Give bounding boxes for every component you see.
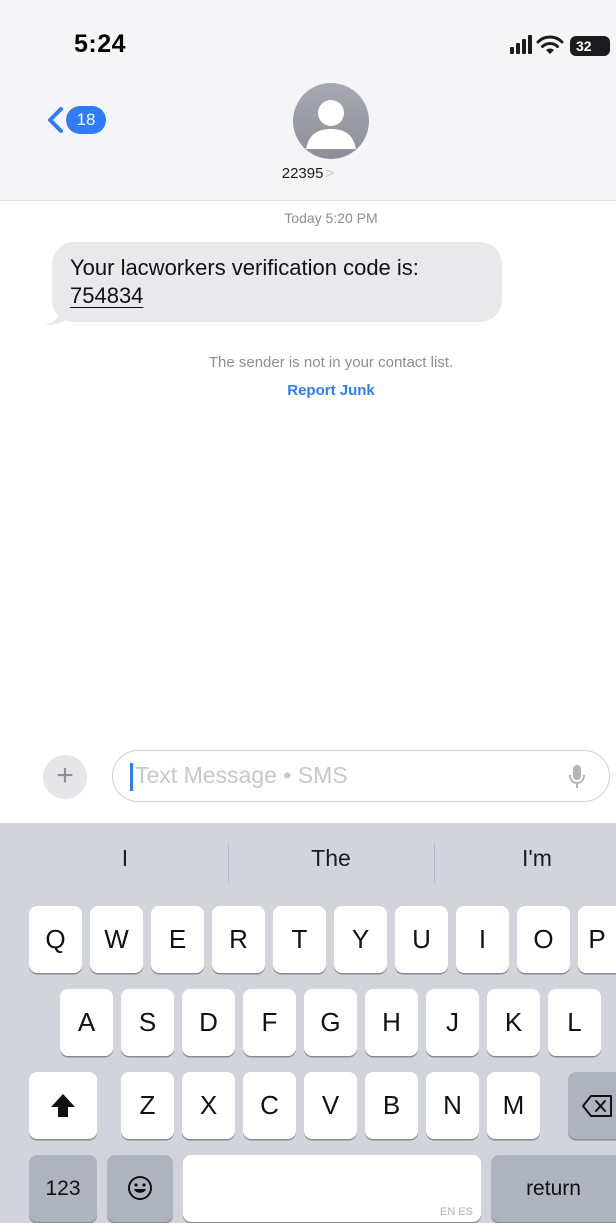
shift-arrow-icon — [51, 1094, 75, 1117]
unknown-sender-notice: The sender is not in your contact list. — [208, 354, 454, 371]
contact-name[interactable]: 22395 > — [0, 165, 616, 182]
message-timestamp: Today 5:20 PM — [284, 210, 378, 226]
contact-chevron-icon: > — [325, 165, 335, 182]
conversation-header: 5:24 32 18 22395 > — [0, 0, 616, 201]
signal-icon — [510, 35, 532, 54]
emoji-key[interactable] — [107, 1155, 173, 1222]
key-e[interactable]: E — [151, 906, 204, 973]
key-v[interactable]: V — [304, 1072, 357, 1139]
key-j[interactable]: J — [426, 989, 479, 1056]
key-o[interactable]: O — [517, 906, 570, 973]
key-t[interactable]: T — [273, 906, 326, 973]
key-y[interactable]: Y — [334, 906, 387, 973]
key-d[interactable]: D — [182, 989, 235, 1056]
shift-key[interactable] — [29, 1072, 97, 1139]
keyboard: I The I'm Q W E R T Y U I O P A S D F G … — [0, 823, 616, 1223]
space-key[interactable]: EN ES — [183, 1155, 481, 1222]
suggestion-3[interactable]: I'm — [472, 845, 602, 872]
key-p[interactable]: P — [578, 906, 616, 973]
contact-avatar[interactable] — [293, 83, 369, 159]
back-chevron-icon — [48, 107, 63, 133]
key-r[interactable]: R — [212, 906, 265, 973]
message-text: Your lacworkers verification code is: — [70, 255, 419, 280]
unread-count-badge: 18 — [66, 106, 106, 134]
apps-plus-button[interactable]: + — [43, 755, 87, 799]
back-button[interactable]: 18 — [46, 104, 110, 136]
key-g[interactable]: G — [304, 989, 357, 1056]
key-i[interactable]: I — [456, 906, 509, 973]
key-h[interactable]: H — [365, 989, 418, 1056]
status-time: 5:24 — [74, 30, 127, 58]
message-input[interactable]: Text Message • SMS — [112, 750, 610, 802]
battery-icon: 32 — [570, 36, 610, 56]
key-u[interactable]: U — [395, 906, 448, 973]
key-k[interactable]: K — [487, 989, 540, 1056]
person-icon — [306, 100, 356, 149]
suggestion-divider — [434, 843, 435, 883]
key-m[interactable]: M — [487, 1072, 540, 1139]
microphone-icon[interactable] — [568, 764, 586, 790]
report-junk-link[interactable]: Report Junk — [0, 382, 616, 399]
key-q[interactable]: Q — [29, 906, 82, 973]
key-x[interactable]: X — [182, 1072, 235, 1139]
key-l[interactable]: L — [548, 989, 601, 1056]
key-w[interactable]: W — [90, 906, 143, 973]
backspace-icon — [582, 1095, 612, 1117]
language-hint: EN ES — [439, 1206, 473, 1218]
contact-number: 22395 — [281, 165, 324, 182]
return-key[interactable]: return — [491, 1155, 616, 1222]
key-a[interactable]: A — [60, 989, 113, 1056]
suggestion-2[interactable]: The — [266, 845, 396, 872]
key-z[interactable]: Z — [121, 1072, 174, 1139]
verification-code-link[interactable]: 754834 — [70, 282, 143, 310]
key-s[interactable]: S — [121, 989, 174, 1056]
delete-key[interactable] — [568, 1072, 616, 1139]
text-cursor — [130, 763, 133, 791]
numbers-key[interactable]: 123 — [29, 1155, 97, 1222]
message-placeholder: Text Message • SMS — [135, 762, 348, 788]
key-n[interactable]: N — [426, 1072, 479, 1139]
emoji-icon — [128, 1176, 152, 1200]
key-c[interactable]: C — [243, 1072, 296, 1139]
key-f[interactable]: F — [243, 989, 296, 1056]
suggestion-divider — [228, 843, 229, 883]
suggestion-1[interactable]: I — [60, 845, 190, 872]
wifi-icon — [536, 35, 564, 54]
key-b[interactable]: B — [365, 1072, 418, 1139]
